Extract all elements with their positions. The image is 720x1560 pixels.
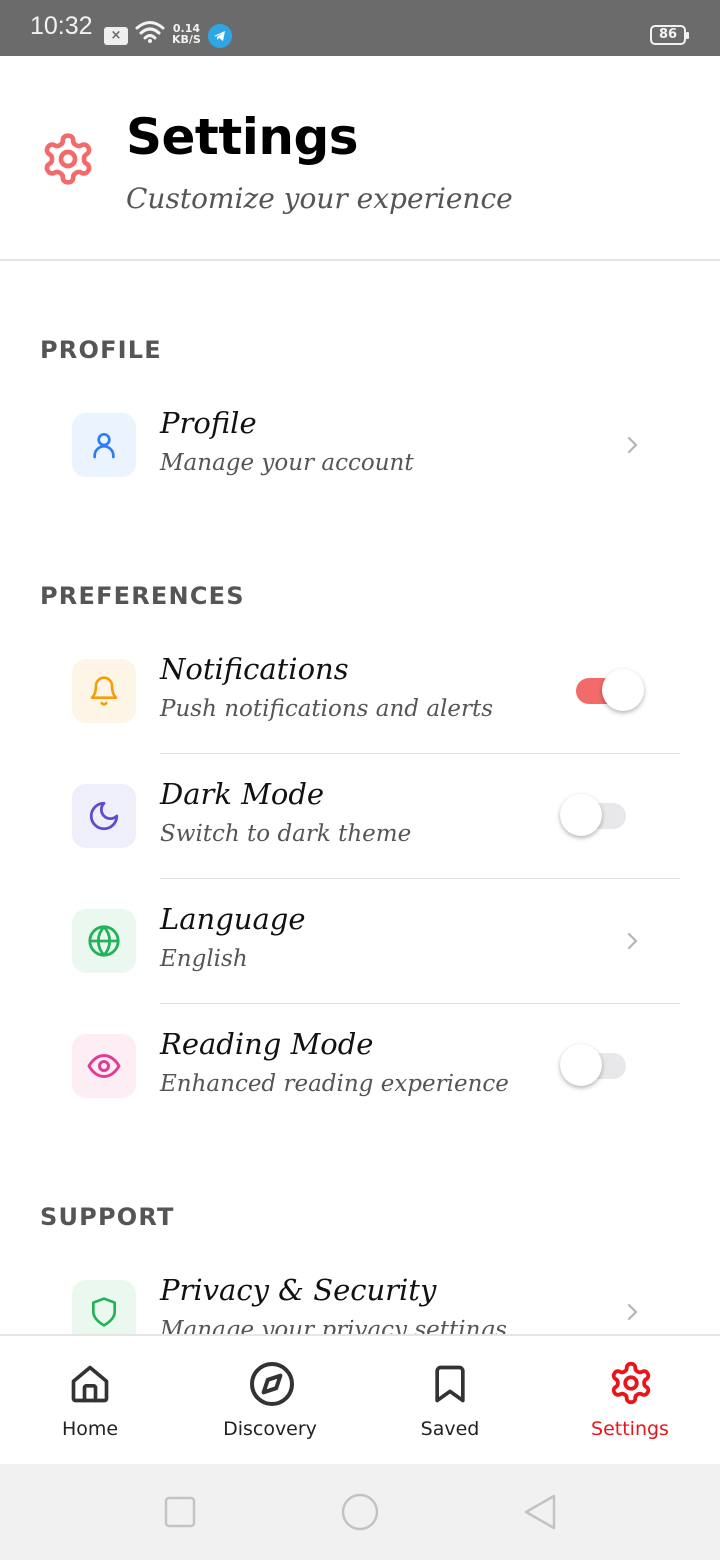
settings-row-language[interactable]: Language English	[0, 878, 720, 1003]
bell-icon	[72, 659, 136, 723]
section-title-support: SUPPORT	[40, 1203, 175, 1231]
back-triangle-icon[interactable]	[522, 1493, 558, 1531]
toggle-knob	[560, 1044, 602, 1086]
row-subtitle: Manage your account	[160, 450, 414, 476]
row-title: Privacy & Security	[160, 1273, 437, 1307]
nav-label: Home	[61, 1418, 119, 1440]
nav-home[interactable]: Home	[0, 1336, 180, 1466]
page-title: Settings	[126, 108, 359, 166]
row-subtitle: Enhanced reading experience	[160, 1071, 509, 1097]
settings-row-profile[interactable]: Profile Manage your account	[0, 382, 720, 507]
settings-row-reading-mode: Reading Mode Enhanced reading experience	[0, 1003, 720, 1128]
notification-close-icon: ×	[104, 27, 128, 45]
wifi-icon	[135, 21, 165, 43]
telegram-icon	[208, 24, 232, 48]
row-title: Notifications	[160, 652, 349, 686]
network-speed-unit: KB/S	[172, 33, 201, 46]
row-subtitle: English	[160, 946, 248, 972]
gear-icon	[611, 1361, 651, 1405]
globe-icon	[72, 909, 136, 973]
row-title: Language	[160, 902, 306, 936]
settings-row-privacy[interactable]: Privacy & Security Manage your privacy s…	[0, 1249, 720, 1334]
nav-label: Settings	[591, 1418, 669, 1440]
settings-row-notifications: Notifications Push notifications and ale…	[0, 628, 720, 753]
toggle-knob	[560, 794, 602, 836]
row-subtitle: Switch to dark theme	[160, 821, 412, 847]
bottom-nav: Home Discovery Saved Settings	[0, 1334, 720, 1464]
battery-icon: 86	[650, 25, 689, 45]
nav-saved[interactable]: Saved	[360, 1336, 540, 1466]
row-title: Profile	[160, 406, 257, 440]
status-bar: 10:32 × 0.14 KB/S 86	[0, 0, 720, 56]
system-nav-bar	[0, 1464, 720, 1560]
nav-label: Discovery	[223, 1418, 317, 1440]
network-speed: 0.14 KB/S	[172, 23, 201, 45]
dark-mode-toggle[interactable]	[560, 794, 626, 838]
toggle-knob	[602, 669, 644, 711]
row-subtitle: Manage your privacy settings	[160, 1317, 507, 1334]
nav-discovery[interactable]: Discovery	[180, 1336, 360, 1466]
moon-icon	[72, 784, 136, 848]
row-title: Dark Mode	[160, 777, 325, 811]
eye-icon	[72, 1034, 136, 1098]
notifications-toggle[interactable]	[576, 669, 644, 713]
section-title-preferences: PREFERENCES	[40, 582, 245, 610]
row-title: Reading Mode	[160, 1027, 374, 1061]
chevron-right-icon	[627, 1303, 638, 1321]
nav-label: Saved	[420, 1418, 480, 1440]
compass-icon	[250, 1362, 294, 1406]
settings-row-dark-mode: Dark Mode Switch to dark theme	[0, 753, 720, 878]
chevron-right-icon	[627, 436, 638, 454]
section-title-profile: PROFILE	[40, 336, 162, 364]
reading-mode-toggle[interactable]	[560, 1044, 626, 1088]
page-subtitle: Customize your experience	[126, 182, 513, 215]
row-subtitle: Push notifications and alerts	[160, 696, 494, 722]
gear-icon	[44, 133, 92, 185]
status-time: 10:32	[30, 12, 93, 40]
home-icon	[71, 1365, 109, 1403]
chevron-right-icon	[627, 932, 638, 950]
bookmark-icon	[435, 1365, 465, 1403]
nav-settings[interactable]: Settings	[540, 1336, 720, 1466]
shield-icon	[72, 1280, 136, 1334]
user-icon	[72, 413, 136, 477]
home-circle-icon[interactable]	[341, 1493, 379, 1531]
recents-square-icon[interactable]	[164, 1496, 196, 1528]
page-header: Settings Customize your experience	[0, 56, 720, 261]
